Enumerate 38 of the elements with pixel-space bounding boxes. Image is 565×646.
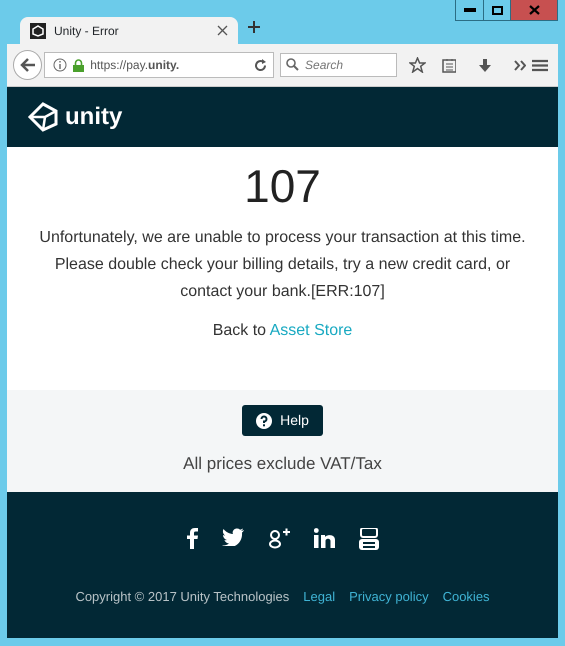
back-button[interactable] — [13, 50, 42, 80]
lock-icon[interactable] — [73, 58, 84, 72]
close-icon[interactable] — [217, 25, 228, 36]
error-code: 107 — [243, 161, 322, 212]
close-button[interactable] — [510, 0, 557, 20]
error-message: Unfortunately, we are unable to process your transaction at this time. Please double check your billing details, try a new credit card, or contact your bank.[ERR:107] — [38, 228, 527, 302]
chevron-icon[interactable] — [514, 60, 526, 70]
new-tab-icon[interactable] — [247, 20, 261, 34]
linkedin-icon[interactable] — [314, 528, 334, 548]
reload-icon[interactable] — [254, 58, 268, 72]
search-field[interactable]: Search — [280, 53, 398, 77]
back-link-text: Back to Asset Store — [212, 320, 354, 341]
info-icon[interactable] — [53, 58, 68, 72]
price-note: All prices exclude VAT/Tax — [182, 452, 383, 474]
question-icon — [256, 412, 272, 428]
logo-text[interactable]: unity — [65, 99, 122, 135]
back-arrow-icon — [20, 58, 36, 72]
footer-link[interactable]: Legal — [303, 589, 336, 604]
url-text: https://pay.unity. — [90, 57, 180, 74]
maximize-icon — [492, 6, 502, 14]
minimize-icon — [464, 8, 476, 12]
search-icon — [286, 58, 300, 71]
star-icon[interactable] — [409, 57, 426, 73]
cube-logo-icon — [27, 102, 59, 132]
copyright-text: Copyright © 2017 Unity Technologies — [75, 589, 290, 604]
browser-tab[interactable]: Unity - Error — [20, 17, 238, 44]
twitter-icon[interactable] — [222, 528, 244, 546]
google-plus-icon[interactable] — [268, 528, 290, 549]
facebook-icon[interactable] — [186, 528, 198, 549]
footer-link[interactable]: Cookies — [442, 589, 490, 604]
cube-icon — [30, 22, 46, 38]
footer-link[interactable]: Privacy policy — [349, 589, 429, 604]
reader-list-icon[interactable] — [442, 58, 456, 72]
help-button[interactable]: Help — [242, 405, 323, 436]
download-icon[interactable] — [478, 58, 492, 72]
menu-icon[interactable] — [532, 58, 548, 72]
close-icon — [528, 5, 540, 15]
address-bar[interactable]: https://pay.unity. — [44, 52, 274, 78]
